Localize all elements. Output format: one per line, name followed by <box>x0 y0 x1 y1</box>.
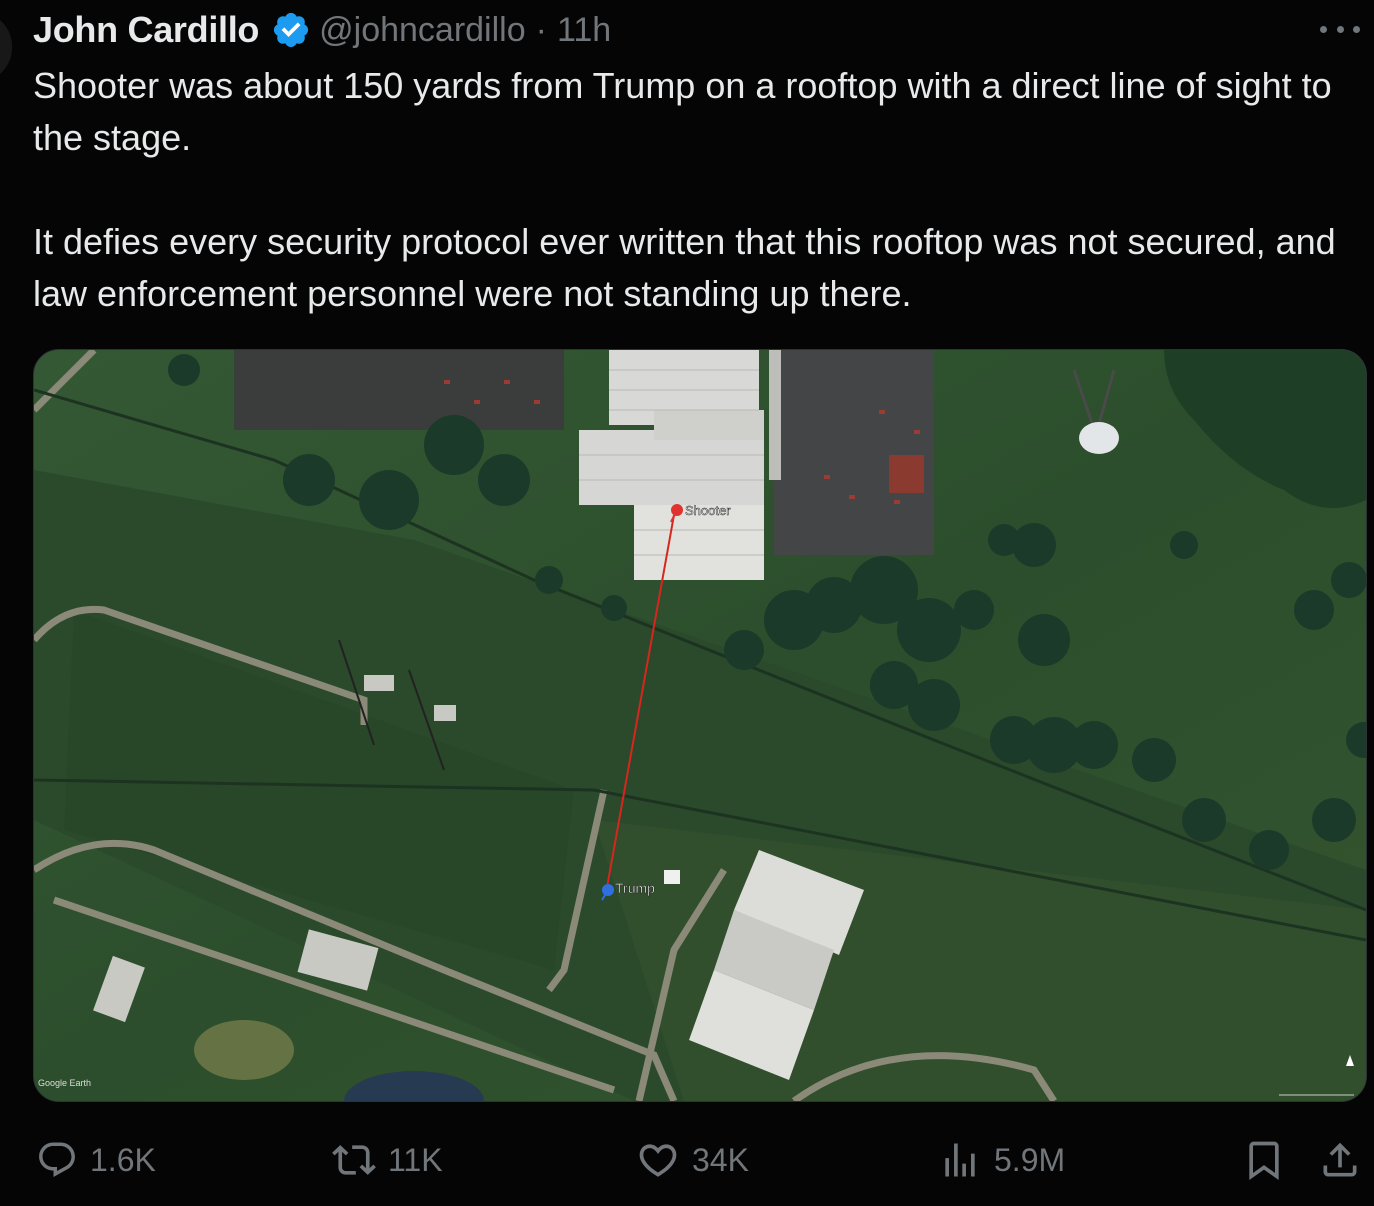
more-dot <box>1353 25 1360 33</box>
repost-icon <box>332 1138 376 1182</box>
share-icon <box>1318 1138 1362 1182</box>
tweet-text: Shooter was about 150 yards from Trump o… <box>33 60 1353 320</box>
verified-badge-icon <box>271 10 311 50</box>
repost-button[interactable]: 11K <box>332 1130 443 1190</box>
separator-dot: · <box>535 10 547 49</box>
like-count: 34K <box>692 1141 749 1178</box>
share-button[interactable] <box>1318 1130 1362 1190</box>
tweet-paragraph: Shooter was about 150 yards from Trump o… <box>33 65 1332 158</box>
more-dot <box>1320 25 1327 33</box>
tweet-paragraph: It defies every security protocol ever w… <box>33 221 1336 314</box>
tweet-actions: 1.6K 11K 34K 5.9M <box>0 1130 1374 1190</box>
author-handle[interactable]: @johncardillo <box>319 11 526 50</box>
reply-button[interactable]: 1.6K <box>36 1130 156 1190</box>
google-earth-watermark: Google Earth <box>38 1078 91 1088</box>
sand-patch <box>194 1020 294 1080</box>
shooter-label: Shooter <box>685 503 731 518</box>
views-icon <box>938 1138 982 1182</box>
views-count: 5.9M <box>994 1141 1066 1178</box>
views-button[interactable]: 5.9M <box>938 1130 1065 1190</box>
parking-lot <box>234 350 564 430</box>
satellite-image-drawing: Shooter Trump Google Earth <box>34 350 1366 1101</box>
tweet-time[interactable]: 11h <box>557 11 611 50</box>
more-dot <box>1336 25 1344 33</box>
reply-icon <box>36 1139 78 1181</box>
tweet-header: John Cardillo @johncardillo · 11h <box>33 6 611 54</box>
more-options-icon[interactable] <box>1320 22 1360 36</box>
satellite-image[interactable]: Shooter Trump Google Earth <box>33 349 1367 1102</box>
author-name[interactable]: John Cardillo <box>33 9 259 51</box>
trump-label: Trump <box>615 880 655 896</box>
like-button[interactable]: 34K <box>636 1130 749 1190</box>
bookmark-button[interactable] <box>1242 1130 1286 1190</box>
reply-count: 1.6K <box>90 1141 156 1178</box>
avatar[interactable] <box>0 12 12 82</box>
bookmark-icon <box>1242 1138 1286 1182</box>
repost-count: 11K <box>388 1141 443 1178</box>
heart-icon <box>636 1138 680 1182</box>
parking-lot <box>774 350 934 555</box>
